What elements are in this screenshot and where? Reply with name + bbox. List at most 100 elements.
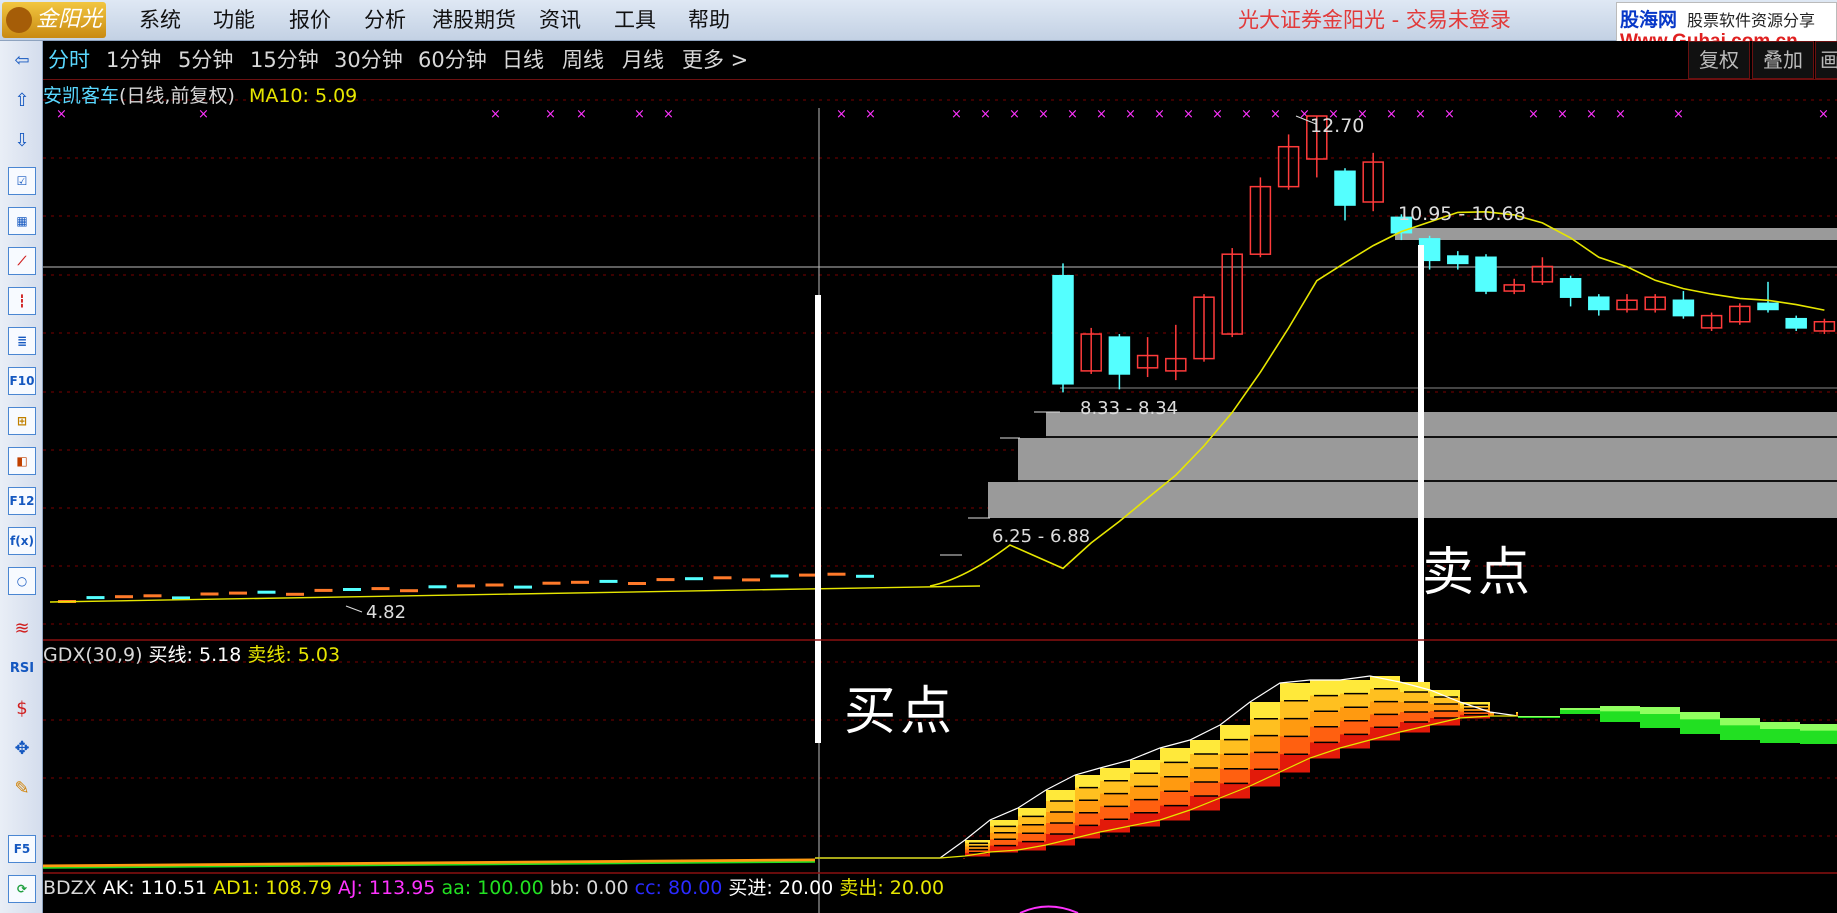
flat-candle xyxy=(713,576,732,580)
left-arrow-icon[interactable]: ⇦ xyxy=(8,47,36,75)
down-arrow-icon[interactable]: ⇩ xyxy=(8,127,36,155)
bdzx-info: BDZX AK: 110.51 AD1: 108.79 AJ: 113.95 a… xyxy=(43,876,944,900)
report-icon[interactable]: ≣ xyxy=(8,327,36,355)
gdx-band xyxy=(1160,762,1190,778)
f5-icon[interactable]: F5 xyxy=(8,835,36,863)
candle-down xyxy=(1447,255,1469,265)
gdx-info: GDX(30,9) 买线: 5.18 卖线: 5.03 xyxy=(43,643,340,667)
flat-candle xyxy=(599,579,618,583)
gdx-band xyxy=(1280,683,1310,702)
signal-marker: × xyxy=(1615,107,1626,122)
wave-icon[interactable]: ≋ xyxy=(8,615,36,643)
flat-candle xyxy=(542,581,561,585)
signal-marker: × xyxy=(1818,107,1829,122)
signal-marker: × xyxy=(1154,107,1165,122)
signal-marker: × xyxy=(1096,107,1107,122)
money-icon[interactable]: $ xyxy=(8,695,36,723)
gdx-band xyxy=(1130,799,1160,814)
signal-marker: × xyxy=(576,107,587,122)
gdx-band xyxy=(1220,768,1250,784)
bdzx-aj: AJ: 113.95 xyxy=(337,877,436,899)
signal-marker: × xyxy=(1038,107,1049,122)
kline-chart-area[interactable]: × × × × × × × × × × × × × × × × × × × × × × × × × × × × × × × × × 12.70 … xyxy=(43,0,1837,913)
bdzx-ak: AK: 110.51 xyxy=(102,877,208,899)
flat-candle xyxy=(514,585,532,589)
gdx-band xyxy=(1130,773,1160,787)
gdx-band xyxy=(1160,748,1190,763)
gdx-band xyxy=(1340,707,1370,722)
gdx-band xyxy=(1400,692,1430,703)
gdx-band xyxy=(1190,768,1220,783)
signal-marker: × xyxy=(1212,107,1223,122)
signal-marker: × xyxy=(1415,107,1426,122)
gdx-band xyxy=(1220,725,1250,741)
flat-candle xyxy=(428,585,447,589)
range-label-3: 6.25 - 6.88 xyxy=(992,526,1090,547)
gdx-green-top xyxy=(1640,707,1680,714)
gdx-name: GDX(30,9) xyxy=(43,644,143,666)
candlesticks xyxy=(1052,115,1836,393)
circle-icon[interactable]: ○ xyxy=(8,567,36,595)
signal-marker: × xyxy=(1586,107,1597,122)
gdx-green-top xyxy=(1518,716,1560,717)
rsi-icon[interactable]: RSI xyxy=(8,655,36,683)
flat-candle xyxy=(770,574,789,578)
high-price-label: 12.70 xyxy=(1310,115,1364,137)
gdx-band xyxy=(1018,816,1046,826)
gdx-band xyxy=(1018,824,1046,834)
up-arrow-icon[interactable]: ⇧ xyxy=(8,87,36,115)
gdx-band xyxy=(1130,786,1160,801)
ma10-value: MA10: 5.09 xyxy=(248,85,358,107)
line-chart-icon[interactable]: ⟋ xyxy=(8,247,36,275)
gdx-band xyxy=(1046,812,1075,824)
pencil-icon[interactable]: ✎ xyxy=(8,775,36,803)
signal-marker: × xyxy=(634,107,645,122)
gdx-green-top xyxy=(1800,724,1837,731)
gdx-band xyxy=(1100,806,1130,820)
signal-marker: × xyxy=(1067,107,1078,122)
logo-seal-icon xyxy=(6,7,32,33)
gdx-band xyxy=(1075,787,1100,801)
signal-marker: × xyxy=(1241,107,1252,122)
gdx-green-top xyxy=(1760,722,1800,729)
flat-candle xyxy=(827,572,846,576)
candlestick-icon[interactable]: ┇ xyxy=(8,287,36,315)
flat-candle xyxy=(856,574,874,578)
flat-candle xyxy=(485,583,504,587)
signal-marker: × xyxy=(1270,107,1281,122)
gdx-band xyxy=(1280,700,1310,720)
gdx-band xyxy=(1250,718,1280,737)
formula-icon[interactable]: f(x) xyxy=(8,527,36,555)
gdx-band xyxy=(1400,702,1430,713)
gdx-band xyxy=(1340,680,1370,695)
gdx-band xyxy=(1280,736,1310,755)
gdx-band xyxy=(1130,760,1160,774)
move-icon[interactable]: ✥ xyxy=(8,735,36,763)
gdx-band xyxy=(1340,720,1370,735)
gdx-band xyxy=(1046,801,1075,813)
list-check-icon[interactable]: ☑ xyxy=(8,167,36,195)
signal-marker: × xyxy=(198,107,209,122)
signal-marker: × xyxy=(1009,107,1020,122)
candle-down xyxy=(1559,278,1582,298)
gdx-green-top xyxy=(1560,708,1600,710)
flat-candle xyxy=(86,596,105,600)
gdx-green-top xyxy=(1720,718,1760,726)
f12-icon[interactable]: F12 xyxy=(8,487,36,515)
low-pointer xyxy=(345,605,363,613)
signal-marker: × xyxy=(545,107,556,122)
bdzx-aa: aa: 100.00 xyxy=(441,877,544,899)
grid-table-icon[interactable]: ▦ xyxy=(8,207,36,235)
bdzx-name: BDZX xyxy=(43,877,97,899)
flat-candle xyxy=(685,577,703,581)
gdx-band xyxy=(1100,793,1130,807)
self-select-icon[interactable]: ◧ xyxy=(8,447,36,475)
tree-icon[interactable]: ⊞ xyxy=(8,407,36,435)
gdx-band xyxy=(1220,754,1250,770)
gdx-band xyxy=(1250,702,1280,720)
sell-signal-label: 卖点 xyxy=(1422,543,1535,603)
gdx-band xyxy=(1046,790,1075,802)
candle-down xyxy=(1334,170,1356,206)
refresh-icon[interactable]: ⟳ xyxy=(8,875,36,903)
f10-icon[interactable]: F10 xyxy=(8,367,36,395)
